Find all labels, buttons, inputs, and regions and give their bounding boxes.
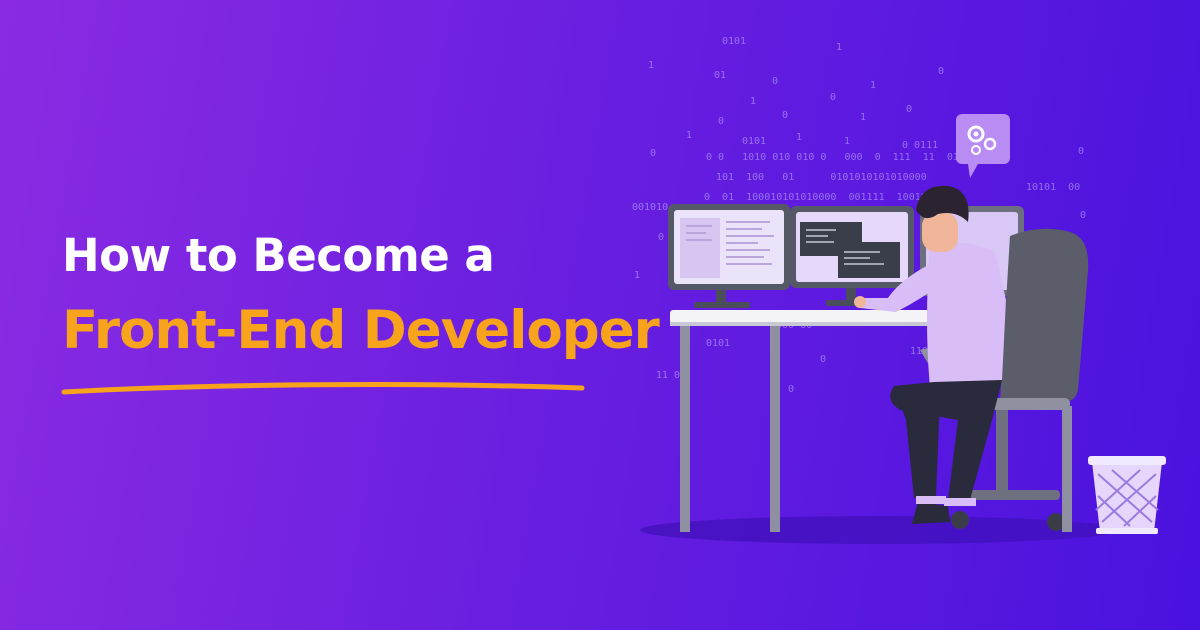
title-underline-stroke	[61, 382, 585, 395]
title-line-1: How to Become a	[62, 229, 495, 282]
gear-icon	[956, 114, 1010, 178]
developer-at-desk-illustration	[640, 114, 1166, 544]
left-monitor	[668, 204, 790, 308]
trash-bin-icon	[1088, 456, 1166, 534]
title-line-2-highlight: Front-End Developer	[62, 300, 660, 361]
hero-banner: How to Become a Front-End Developer 0101…	[0, 0, 1200, 630]
page-title: How to Become a Front-End Developer	[62, 226, 660, 366]
